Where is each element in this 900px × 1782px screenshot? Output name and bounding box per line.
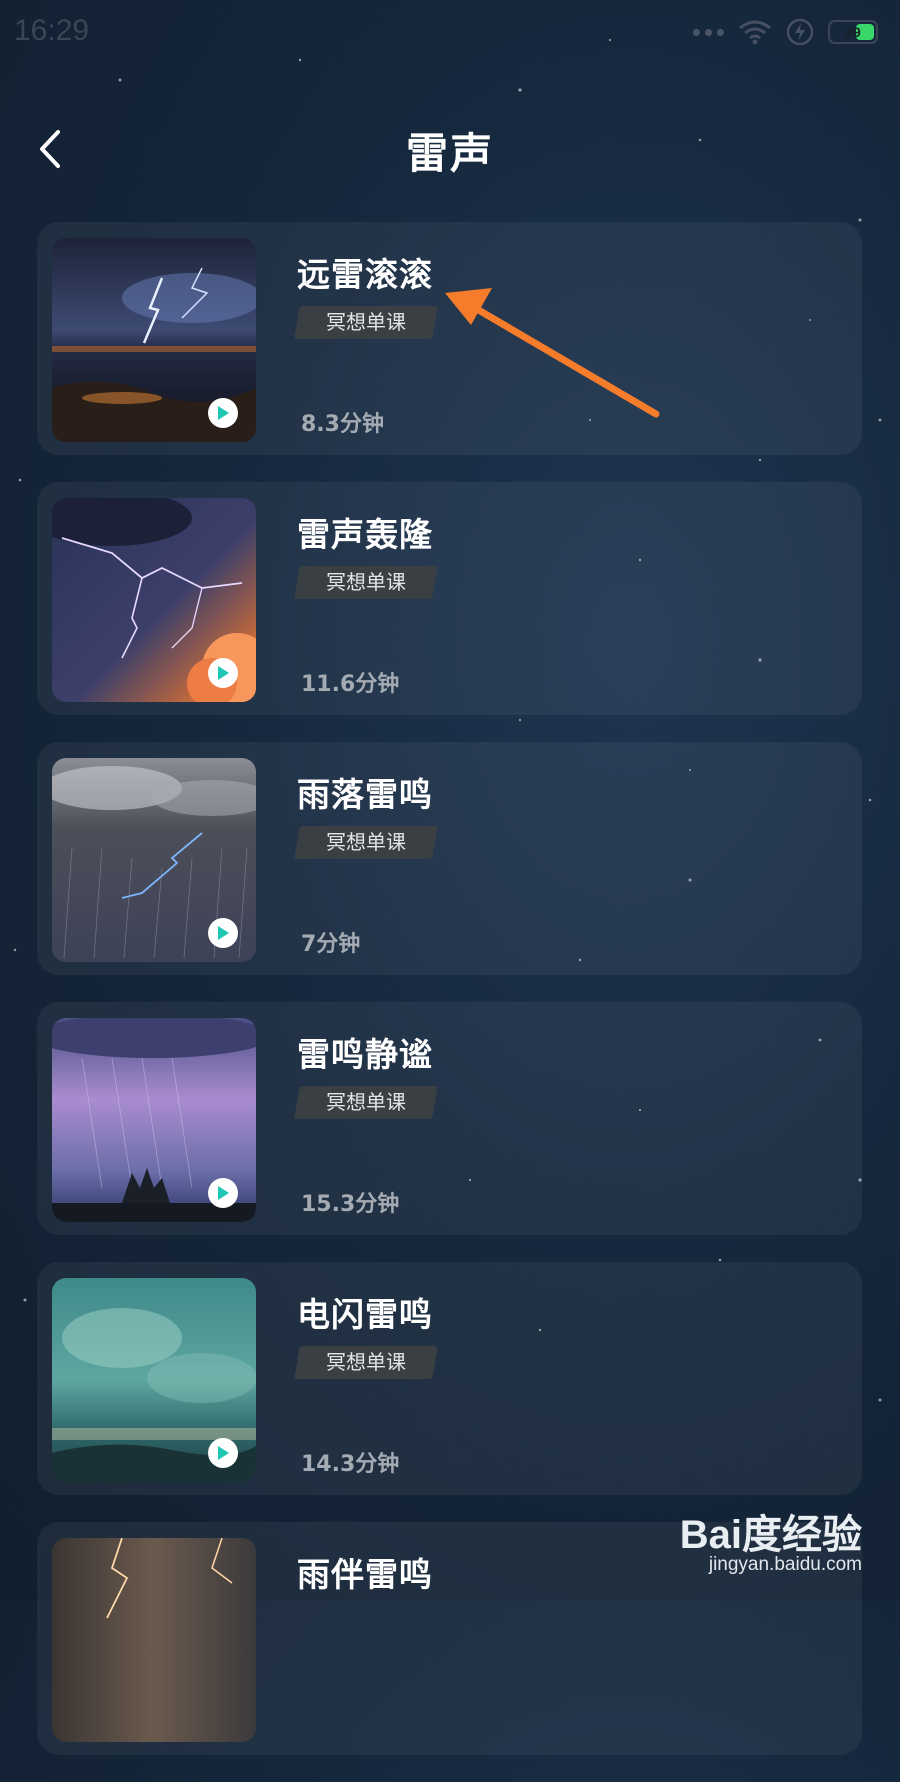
sound-title: 电闪雷鸣 xyxy=(297,1295,433,1334)
play-icon xyxy=(218,666,229,680)
play-icon xyxy=(218,1186,229,1200)
baidu-watermark: Bai度经验 jingyan.baidu.com xyxy=(672,1502,862,1582)
navigation-header: 雷声 xyxy=(0,110,900,190)
sound-thumbnail xyxy=(52,1278,256,1482)
sound-title: 雷声轰隆 xyxy=(297,515,433,554)
category-tag: 冥想单课 xyxy=(294,826,438,859)
sound-card[interactable]: 雷声轰隆 冥想单课 11.6分钟 xyxy=(37,482,862,715)
category-tag: 冥想单课 xyxy=(294,566,438,599)
sound-thumbnail xyxy=(52,238,256,442)
play-icon xyxy=(218,926,229,940)
sound-card[interactable]: 远雷滚滚 冥想单课 8.3分钟 xyxy=(37,222,862,455)
charging-icon xyxy=(786,18,814,46)
category-tag-label: 冥想单课 xyxy=(326,1350,406,1374)
play-button[interactable] xyxy=(208,918,238,948)
category-tag-label: 冥想单课 xyxy=(326,1090,406,1114)
sound-thumbnail xyxy=(52,1018,256,1222)
sound-title: 雨伴雷鸣 xyxy=(297,1555,433,1594)
sound-title: 雨落雷鸣 xyxy=(297,775,433,814)
battery-percent: 29 xyxy=(845,24,861,40)
sound-duration: 14.3分钟 xyxy=(301,1452,400,1477)
sound-title: 雷鸣静谧 xyxy=(297,1035,433,1074)
play-button[interactable] xyxy=(208,1178,238,1208)
sound-duration: 7分钟 xyxy=(301,932,361,957)
sound-thumbnail xyxy=(52,498,256,702)
play-button[interactable] xyxy=(208,398,238,428)
category-tag: 冥想单课 xyxy=(294,1086,438,1119)
category-tag-label: 冥想单课 xyxy=(326,570,406,594)
battery-icon: 29 xyxy=(828,20,878,44)
category-tag-label: 冥想单课 xyxy=(326,310,406,334)
play-icon xyxy=(218,1446,229,1460)
sound-duration: 15.3分钟 xyxy=(301,1192,400,1217)
status-time: 16:29 xyxy=(14,14,90,47)
category-tag: 冥想单课 xyxy=(294,1346,438,1379)
watermark-logo: Bai度经验 xyxy=(679,1513,862,1557)
status-bar: 16:29 29 xyxy=(0,0,900,64)
sound-card[interactable]: 雨落雷鸣 冥想单课 7分钟 xyxy=(37,742,862,975)
page-title: 雷声 xyxy=(405,129,494,178)
play-button[interactable] xyxy=(208,1438,238,1468)
play-icon xyxy=(218,406,229,420)
sound-thumbnail xyxy=(52,1538,256,1742)
category-tag-label: 冥想单课 xyxy=(326,830,406,854)
status-icons: 29 xyxy=(693,16,878,48)
play-button[interactable] xyxy=(208,658,238,688)
sound-duration: 8.3分钟 xyxy=(301,412,384,437)
signal-icon xyxy=(693,28,724,36)
sound-thumbnail xyxy=(52,758,256,962)
watermark-url: jingyan.baidu.com xyxy=(708,1554,862,1575)
wifi-icon xyxy=(739,20,771,45)
sound-title: 远雷滚滚 xyxy=(297,255,433,294)
category-tag: 冥想单课 xyxy=(294,306,438,339)
sound-card[interactable]: 电闪雷鸣 冥想单课 14.3分钟 xyxy=(37,1262,862,1495)
sound-duration: 11.6分钟 xyxy=(301,672,400,697)
sound-card[interactable]: 雷鸣静谧 冥想单课 15.3分钟 xyxy=(37,1002,862,1235)
